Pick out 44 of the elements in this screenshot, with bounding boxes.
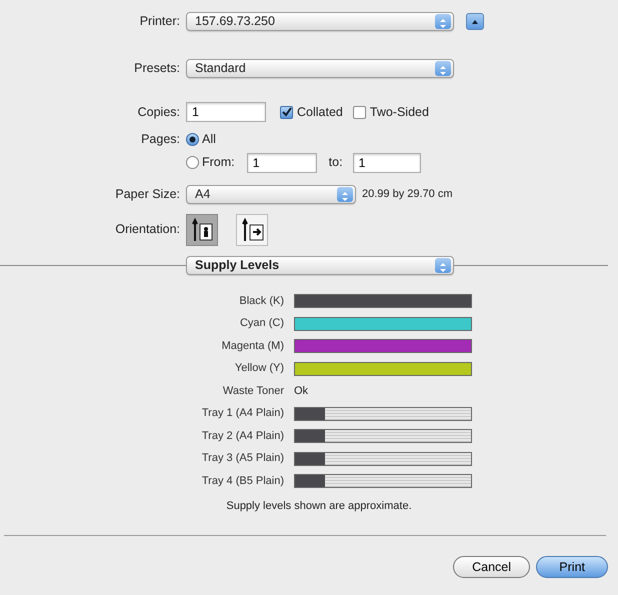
supply-label: Waste Toner: [222, 384, 284, 399]
two-sided-checkbox[interactable]: [352, 106, 366, 118]
portrait-icon: [189, 216, 215, 243]
supply-label: Black (K): [238, 294, 284, 309]
paper-dimensions: 20.99 by 29.70 cm: [362, 187, 453, 202]
presets-dropdown[interactable]: Standard: [186, 59, 454, 78]
radio-label[interactable]: All: [202, 130, 216, 149]
checkmark-icon: [281, 106, 292, 118]
supply-label: Yellow (Y): [234, 361, 284, 376]
checkbox-label[interactable]: Collated: [297, 102, 343, 122]
landscape-icon: [239, 216, 265, 243]
supply-status: Ok: [294, 384, 308, 399]
supply-label: Tray 2 (A4 Plain): [200, 428, 284, 444]
radio-button[interactable]: [186, 156, 199, 170]
checkbox-label[interactable]: Two-Sided: [370, 102, 429, 122]
landscape-button[interactable]: [236, 214, 268, 246]
print-button[interactable]: Print: [536, 556, 608, 578]
radio-button[interactable]: [186, 132, 199, 146]
note-text: Supply levels shown are approximate.: [225, 499, 413, 514]
field-label: Copies:: [136, 104, 180, 121]
collated-checkbox[interactable]: [280, 106, 293, 118]
copies-field[interactable]: 1: [186, 102, 266, 122]
field-label: Paper Size:: [114, 186, 180, 203]
printer-dropdown[interactable]: 157.69.73.250: [186, 12, 454, 31]
panel-dropdown[interactable]: Supply Levels: [186, 256, 454, 275]
supply-label: Cyan (C): [238, 316, 284, 332]
radio-label[interactable]: From:: [202, 153, 235, 172]
portrait-button[interactable]: [186, 214, 218, 246]
cancel-button[interactable]: Cancel: [453, 556, 530, 578]
field-label: Presets:: [133, 60, 180, 78]
supply-label: Magenta (M): [220, 338, 284, 354]
triangle-icon: [472, 20, 478, 24]
field-label: to:: [328, 154, 343, 172]
paper-size-dropdown[interactable]: A4: [186, 184, 356, 204]
supply-label: Tray 4 (B5 Plain): [200, 474, 284, 489]
field-label: Orientation:: [114, 221, 180, 238]
expand-button[interactable]: [466, 13, 484, 30]
field-label: Pages:: [140, 131, 180, 148]
supply-label: Tray 1 (A4 Plain): [200, 406, 284, 422]
field-label: Printer:: [138, 13, 180, 30]
to-field[interactable]: 1: [352, 152, 421, 173]
supply-label: Tray 3 (A5 Plain): [200, 451, 284, 466]
from-field[interactable]: 1: [246, 152, 317, 173]
radio-dot-icon: [189, 136, 196, 143]
